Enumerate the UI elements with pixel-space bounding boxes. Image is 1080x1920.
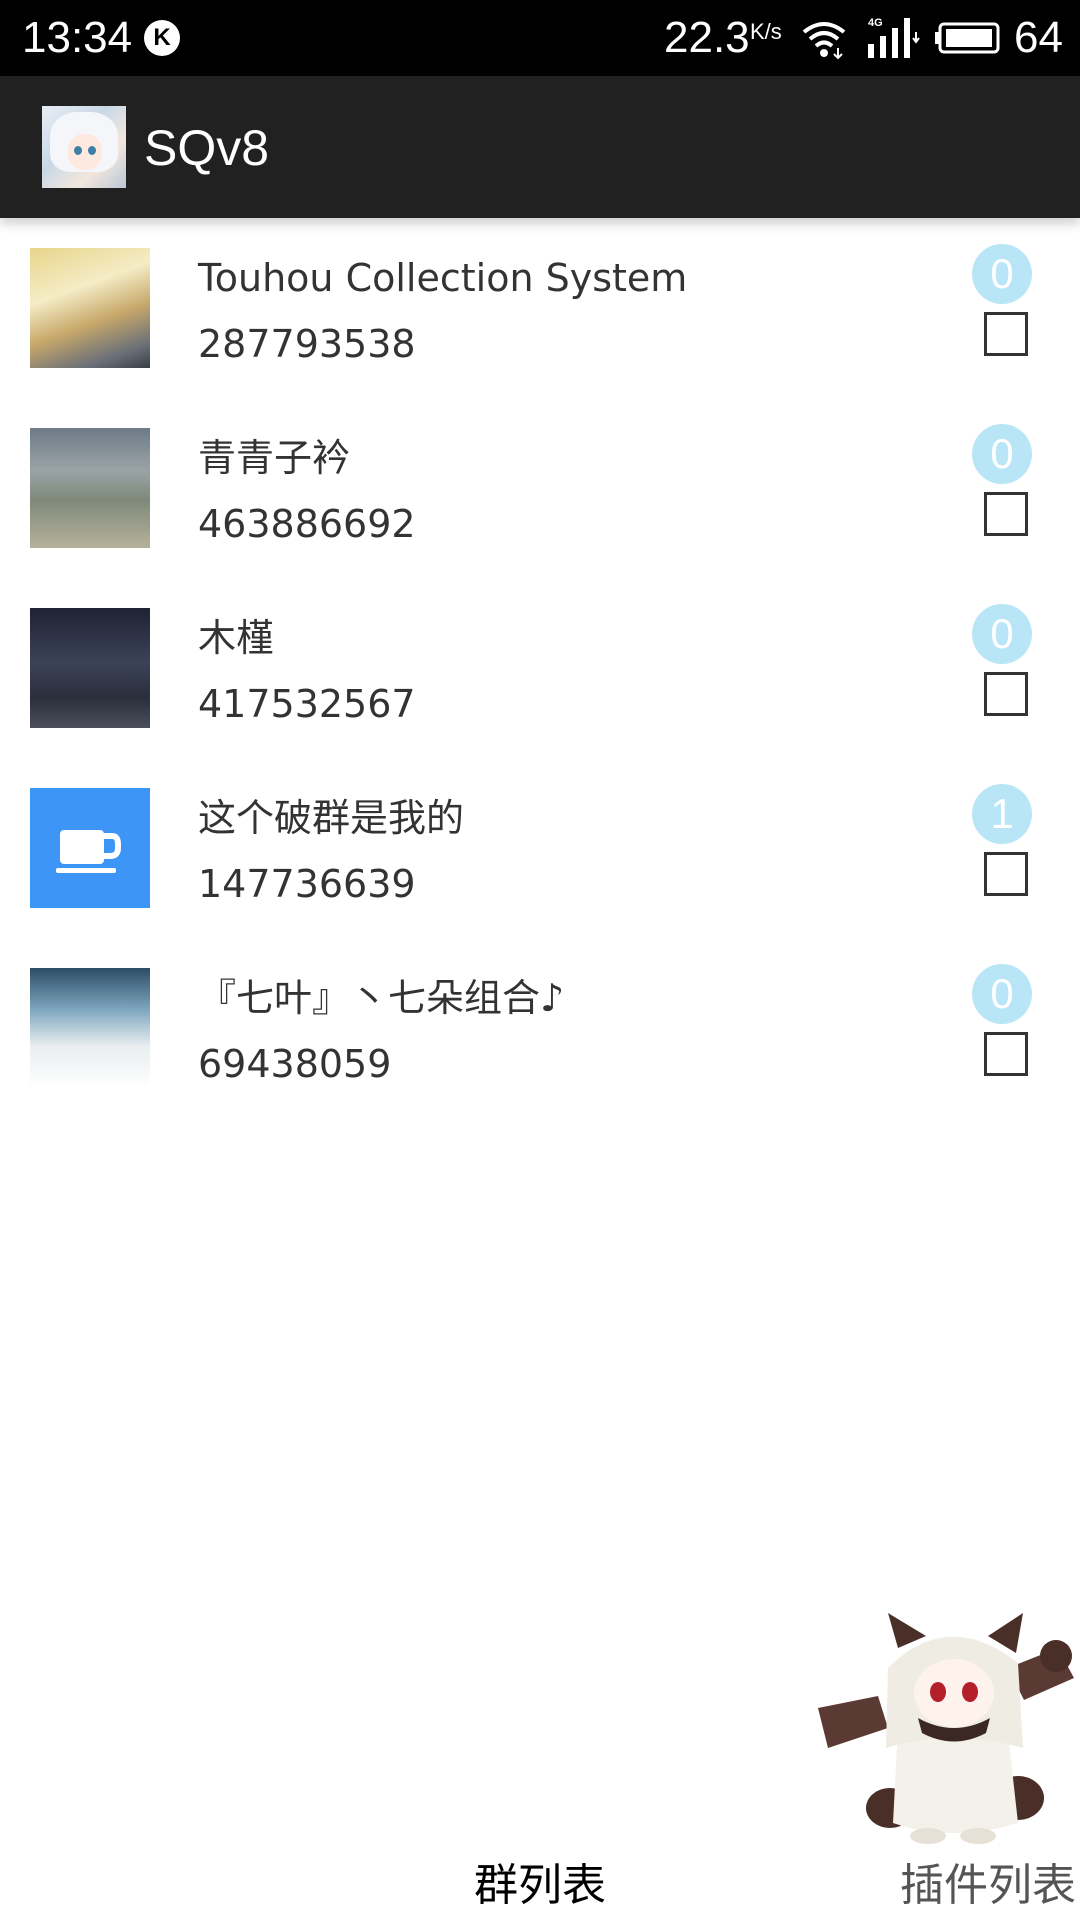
battery-level: 64 — [1014, 13, 1063, 62]
group-row[interactable]: Touhou Collection System 287793538 0 — [0, 218, 1080, 398]
group-number: 287793538 — [198, 322, 416, 366]
group-avatar — [30, 248, 150, 368]
status-time: 13:34 — [22, 13, 133, 62]
unread-count-badge: 0 — [972, 424, 1032, 484]
app-bar: SQv8 — [0, 76, 1080, 218]
app-title: SQv8 — [144, 120, 270, 176]
cup-icon — [56, 830, 121, 873]
group-avatar — [30, 968, 150, 1088]
group-checkbox[interactable] — [984, 312, 1028, 356]
group-name: Touhou Collection System — [198, 256, 688, 300]
group-number: 417532567 — [198, 682, 416, 726]
group-name: 这个破群是我的 — [198, 796, 465, 840]
unread-count-badge: 0 — [972, 244, 1032, 304]
group-checkbox[interactable] — [984, 1032, 1028, 1076]
group-checkbox[interactable] — [984, 852, 1028, 896]
group-list: Touhou Collection System 287793538 0 青青子… — [0, 218, 1080, 1118]
group-checkbox[interactable] — [984, 492, 1028, 536]
app-logo — [42, 106, 126, 188]
unread-count-badge: 1 — [972, 784, 1032, 844]
tab-group-list[interactable]: 群列表 — [474, 1856, 606, 1916]
group-name: 『七叶』丶七朵组合♪ — [198, 976, 565, 1020]
group-name: 青青子衿 — [198, 436, 351, 480]
group-checkbox[interactable] — [984, 672, 1028, 716]
battery-icon — [935, 22, 1000, 54]
network-speed-unit: K/s — [750, 19, 782, 44]
mascot-illustration — [818, 1613, 1074, 1844]
group-number: 69438059 — [198, 1042, 392, 1086]
k-notification-icon: K — [144, 20, 180, 56]
group-avatar — [30, 608, 150, 728]
unread-count-badge: 0 — [972, 604, 1032, 664]
group-row[interactable]: 这个破群是我的 147736639 1 — [0, 758, 1080, 938]
unread-count-badge: 0 — [972, 964, 1032, 1024]
group-number: 463886692 — [198, 502, 416, 546]
group-row[interactable]: 木槿 417532567 0 — [0, 578, 1080, 758]
group-avatar — [30, 428, 150, 548]
group-avatar — [30, 788, 150, 908]
group-row[interactable]: 青青子衿 463886692 0 — [0, 398, 1080, 578]
group-name: 木槿 — [198, 616, 275, 660]
status-bar: 13:34 K 22.3 K/s 4G 64 — [0, 0, 1080, 76]
tab-plugin-list[interactable]: 插件列表 — [900, 1856, 1076, 1916]
group-row[interactable]: 『七叶』丶七朵组合♪ 69438059 0 — [0, 938, 1080, 1118]
network-type-label: 4G — [868, 17, 883, 29]
wifi-icon — [802, 22, 846, 60]
signal-4g-icon: 4G — [868, 17, 920, 58]
network-speed: 22.3 — [664, 13, 750, 62]
group-number: 147736639 — [198, 862, 416, 906]
